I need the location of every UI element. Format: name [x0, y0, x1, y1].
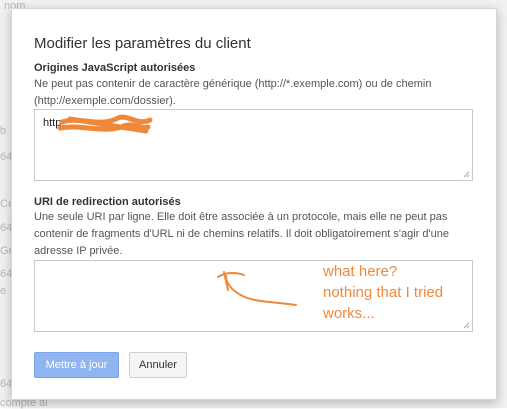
js-origins-label: Origines JavaScript autorisées	[34, 62, 196, 74]
background-text: e	[0, 285, 7, 297]
annotation-note: what here? nothing that I tried works...	[323, 261, 443, 324]
resize-grip-icon[interactable]	[463, 171, 470, 178]
annotation-line: works...	[323, 305, 375, 322]
resize-grip-icon[interactable]	[463, 322, 470, 329]
annotation-line: what here?	[323, 263, 398, 280]
js-origins-help: Ne peut pas contenir de caractère généri…	[34, 78, 432, 107]
js-origins-value: http:	[43, 117, 65, 129]
edit-client-dialog: Modifier les paramètres du client Origin…	[11, 8, 497, 400]
redirect-uris-label: URI de redirection autorisés	[34, 196, 181, 208]
update-button[interactable]: Mettre à jour	[34, 352, 119, 378]
redirect-uris-help: Une seule URI par ligne. Elle doit être …	[34, 211, 449, 257]
js-origins-textarea[interactable]: http:	[34, 109, 473, 181]
dialog-title: Modifier les paramètres du client	[34, 35, 251, 52]
cancel-button[interactable]: Annuler	[129, 352, 187, 378]
annotation-line: nothing that I tried	[323, 284, 444, 301]
background-text: b	[0, 125, 7, 137]
